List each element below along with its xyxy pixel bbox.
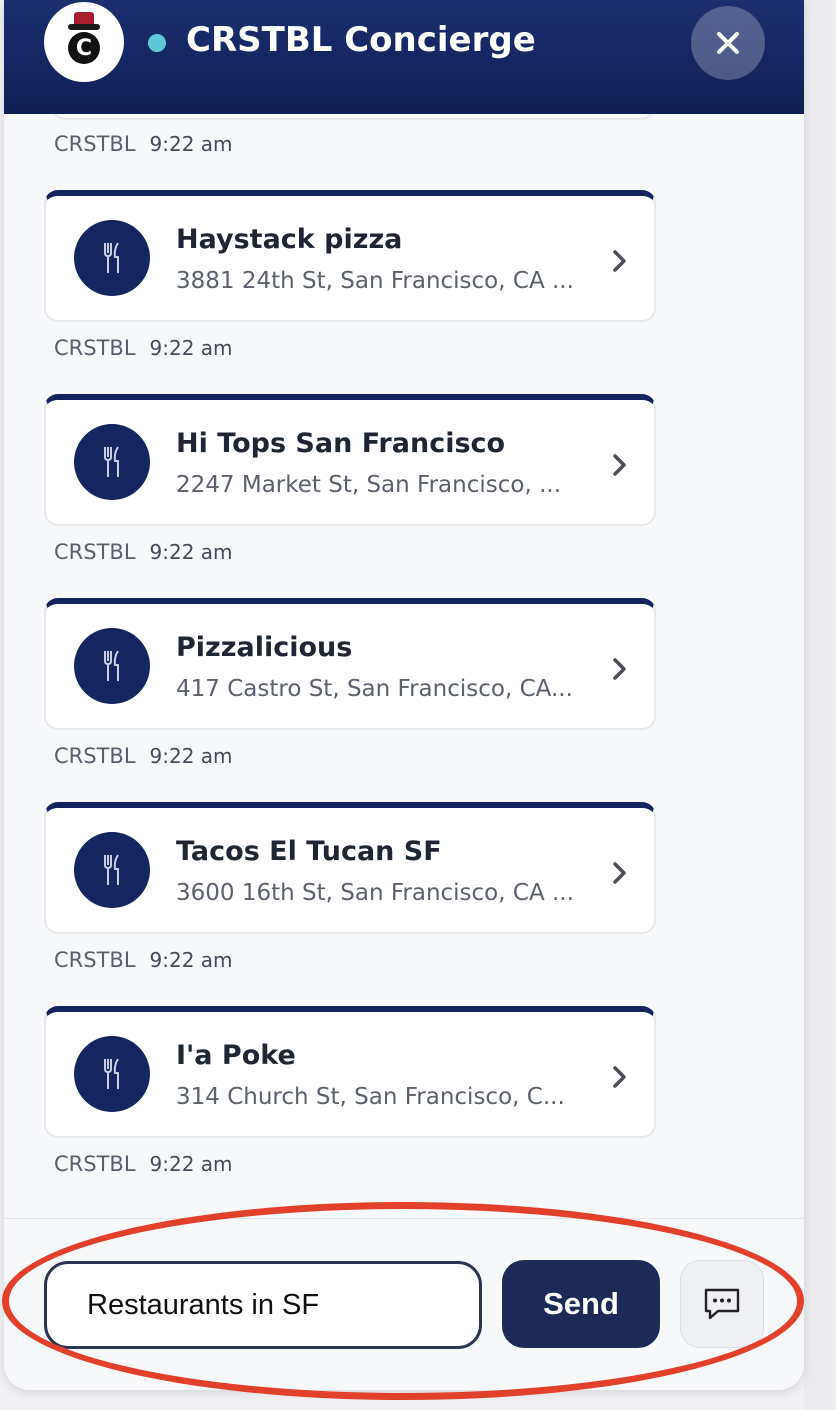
restaurant-icon-badge bbox=[74, 832, 150, 908]
restaurant-icon-badge bbox=[74, 220, 150, 296]
message-input[interactable] bbox=[44, 1261, 482, 1349]
chevron-right-icon[interactable] bbox=[604, 246, 634, 276]
send-button[interactable]: Send bbox=[502, 1260, 660, 1348]
previous-message-card bbox=[50, 114, 656, 120]
page-background-gutter bbox=[804, 0, 836, 1410]
restaurant-name: Pizzalicious bbox=[176, 632, 353, 663]
chevron-right-icon[interactable] bbox=[604, 858, 634, 888]
fork-knife-icon bbox=[104, 446, 119, 477]
message-sender: CRSTBL bbox=[54, 744, 136, 768]
close-icon bbox=[717, 32, 739, 54]
restaurant-address: 417 Castro St, San Francisco, CA... bbox=[176, 676, 573, 702]
fork-knife-icon bbox=[104, 854, 119, 885]
message-time: 9:22 am bbox=[149, 744, 233, 768]
chat-options-button[interactable] bbox=[680, 1260, 764, 1348]
message-sender: CRSTBL bbox=[54, 336, 136, 360]
message-meta: CRSTBL 9:22 am bbox=[54, 540, 233, 564]
restaurant-name: Haystack pizza bbox=[176, 224, 403, 255]
restaurant-icon-badge bbox=[74, 628, 150, 704]
restaurant-card[interactable]: Tacos El Tucan SF 3600 16th St, San Fran… bbox=[44, 802, 656, 934]
close-button[interactable] bbox=[691, 6, 765, 80]
message-meta: CRSTBL 9:22 am bbox=[54, 336, 233, 360]
message-time: 9:22 am bbox=[149, 336, 233, 360]
chevron-right-icon[interactable] bbox=[604, 654, 634, 684]
restaurant-name: Tacos El Tucan SF bbox=[176, 836, 442, 867]
restaurant-address: 3881 24th St, San Francisco, CA ... bbox=[176, 268, 574, 294]
fork-knife-icon bbox=[104, 242, 119, 273]
crstbl-logo: C bbox=[44, 2, 124, 82]
restaurant-card[interactable]: I'a Poke 314 Church St, San Francisco, C… bbox=[44, 1006, 656, 1138]
restaurant-address: 314 Church St, San Francisco, C... bbox=[176, 1084, 565, 1110]
online-status-dot bbox=[148, 34, 166, 52]
chevron-right-icon[interactable] bbox=[604, 1062, 634, 1092]
chat-header: C CRSTBL Concierge bbox=[4, 0, 804, 114]
chat-bubble-icon bbox=[704, 1288, 740, 1320]
message-time: 9:22 am bbox=[149, 948, 233, 972]
restaurant-address: 3600 16th St, San Francisco, CA ... bbox=[176, 880, 574, 906]
message-meta: CRSTBL 9:22 am bbox=[54, 948, 233, 972]
message-composer: Send bbox=[4, 1218, 804, 1390]
message-sender: CRSTBL bbox=[54, 948, 136, 972]
chevron-right-icon[interactable] bbox=[604, 450, 634, 480]
message-meta: CRSTBL 9:22 am bbox=[54, 744, 233, 768]
restaurant-name: I'a Poke bbox=[176, 1040, 296, 1071]
message-sender: CRSTBL bbox=[54, 540, 136, 564]
message-sender: CRSTBL bbox=[54, 1152, 136, 1176]
fork-knife-icon bbox=[104, 1058, 119, 1089]
logo-letter: C bbox=[68, 32, 100, 64]
message-meta: CRSTBL 9:22 am bbox=[54, 1152, 233, 1176]
message-sender: CRSTBL bbox=[54, 132, 136, 156]
message-meta: CRSTBL 9:22 am bbox=[54, 132, 233, 156]
chat-title: CRSTBL Concierge bbox=[186, 20, 536, 60]
logo-brim-shape bbox=[68, 24, 100, 30]
message-time: 9:22 am bbox=[149, 132, 233, 156]
restaurant-name: Hi Tops San Francisco bbox=[176, 428, 506, 459]
message-list[interactable]: CRSTBL 9:22 am Haystack pizza 3881 24th S… bbox=[4, 114, 804, 1218]
restaurant-address: 2247 Market St, San Francisco, ... bbox=[176, 472, 562, 498]
concierge-chat-widget: C CRSTBL Concierge CRSTBL 9:22 am Haystac… bbox=[4, 0, 804, 1390]
restaurant-card[interactable]: Pizzalicious 417 Castro St, San Francisc… bbox=[44, 598, 656, 730]
fork-knife-icon bbox=[104, 650, 119, 681]
message-time: 9:22 am bbox=[149, 540, 233, 564]
restaurant-icon-badge bbox=[74, 1036, 150, 1112]
restaurant-icon-badge bbox=[74, 424, 150, 500]
restaurant-card[interactable]: Hi Tops San Francisco 2247 Market St, Sa… bbox=[44, 394, 656, 526]
message-time: 9:22 am bbox=[149, 1152, 233, 1176]
restaurant-card[interactable]: Haystack pizza 3881 24th St, San Francis… bbox=[44, 190, 656, 322]
